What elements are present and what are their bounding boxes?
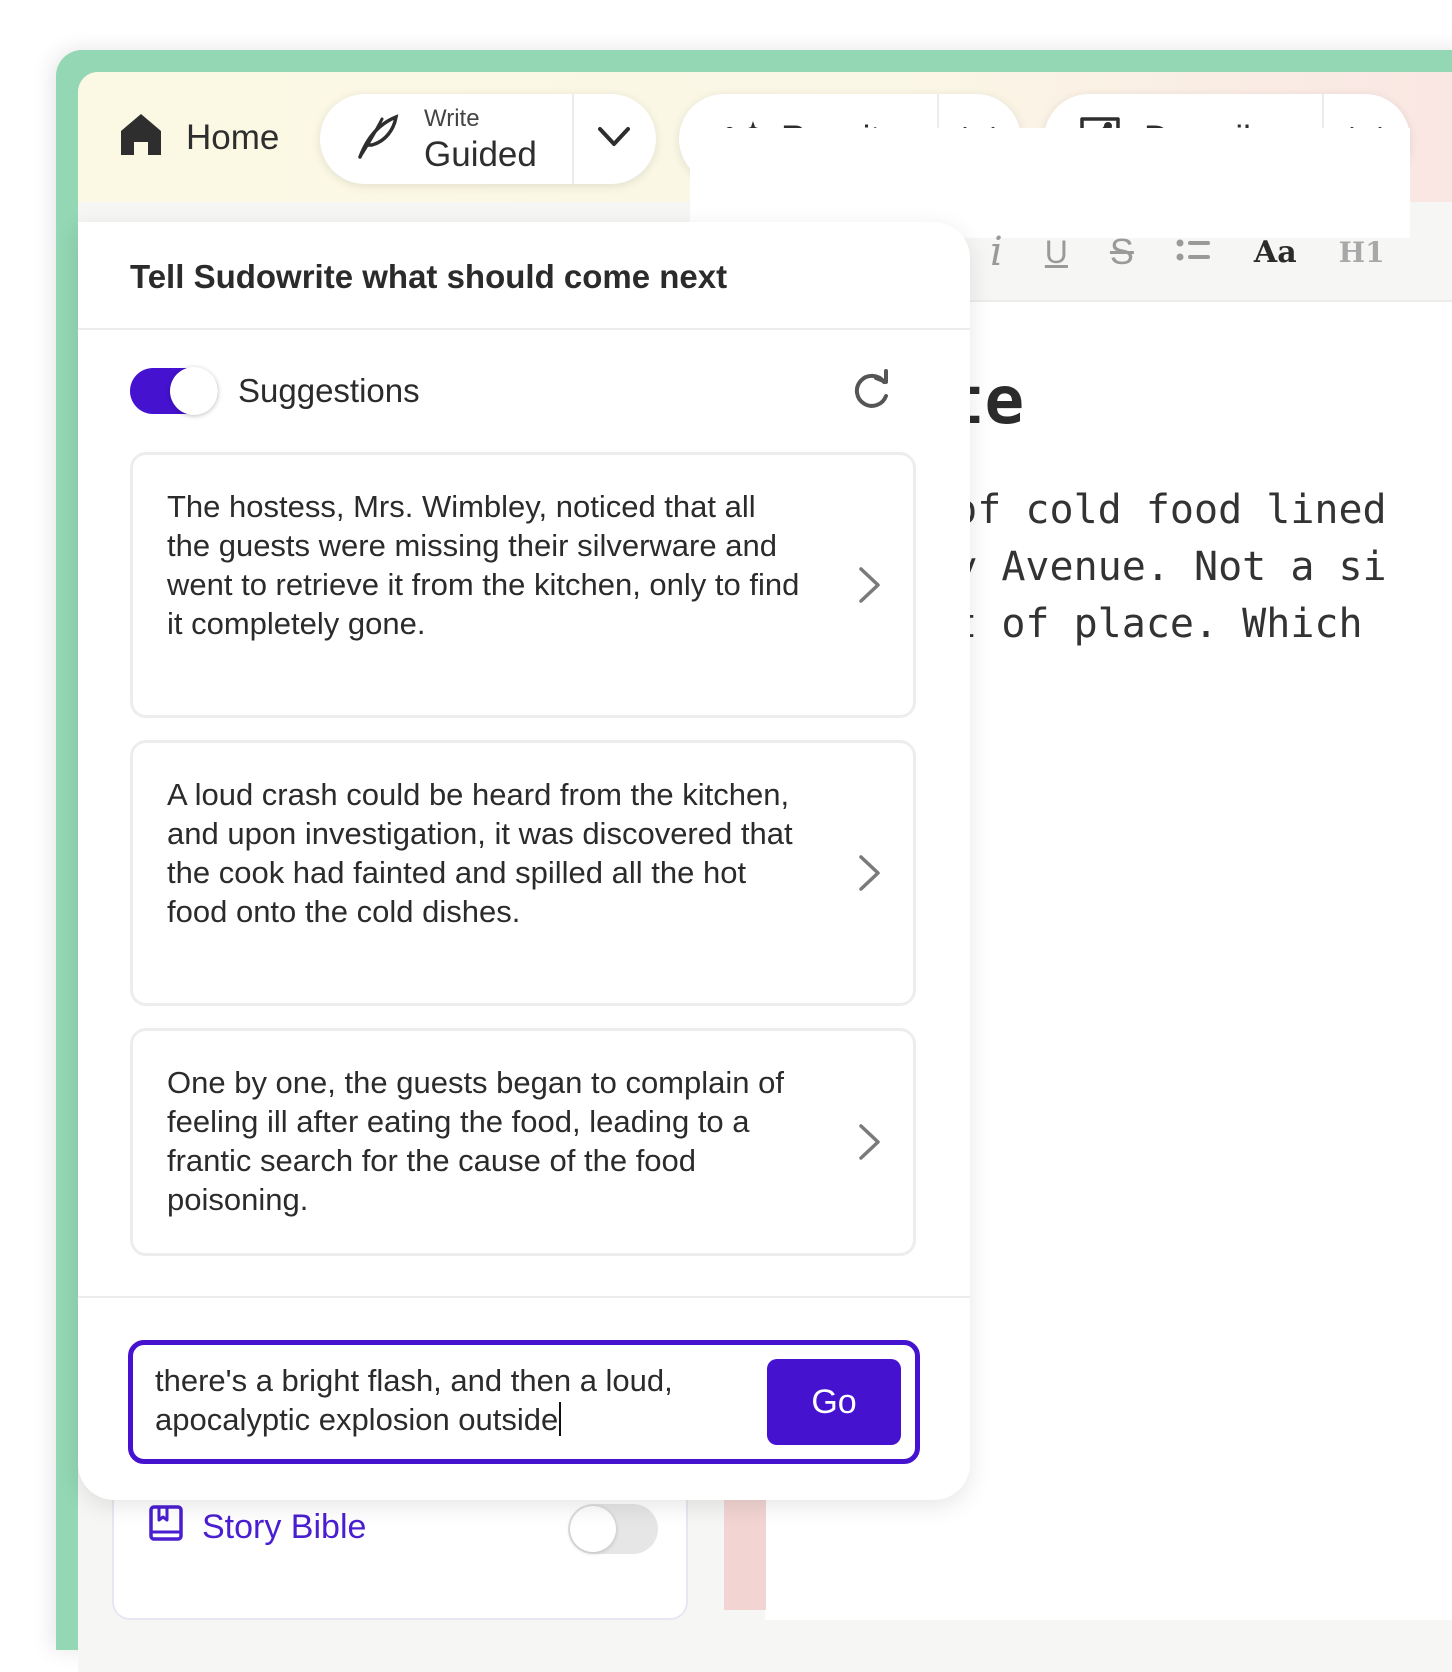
story-bible-toggle[interactable] xyxy=(568,1504,658,1554)
font-size-button[interactable]: Aa xyxy=(1254,235,1297,270)
refresh-icon xyxy=(848,369,894,418)
bullet-list-icon[interactable] xyxy=(1176,238,1212,267)
next-prompt-value: there's a bright flash, and then a loud,… xyxy=(155,1363,673,1437)
story-bible-card: Story Bible xyxy=(112,1480,688,1620)
suggestion-text: One by one, the guests began to complain… xyxy=(167,1065,784,1217)
go-button[interactable]: Go xyxy=(767,1359,901,1445)
popup-title: Tell Sudowrite what should come next xyxy=(130,258,728,295)
chevron-down-icon xyxy=(597,126,631,153)
story-bible-link[interactable]: Story Bible xyxy=(148,1504,366,1551)
suggestion-card[interactable]: The hostess, Mrs. Wimbley, noticed that … xyxy=(130,452,916,718)
body-line: ley Avenue. Not a si xyxy=(905,544,1387,590)
chevron-right-icon xyxy=(857,565,883,610)
suggestion-card[interactable]: A loud crash could be heard from the kit… xyxy=(130,740,916,1006)
suggestion-text: A loud crash could be heard from the kit… xyxy=(167,777,793,929)
chevron-right-icon xyxy=(857,1122,883,1167)
next-prompt-input[interactable]: there's a bright flash, and then a loud,… xyxy=(128,1340,920,1464)
write-guided-pill: Write Guided xyxy=(320,94,656,184)
write-main-label: Guided xyxy=(424,134,537,174)
quill-icon xyxy=(352,111,404,168)
home-icon xyxy=(118,111,164,166)
suggestion-card[interactable]: One by one, the guests began to complain… xyxy=(130,1028,916,1256)
document-body: s of cold food lined ley Avenue. Not a si… xyxy=(905,482,1387,653)
popup-header: Tell Sudowrite what should come next xyxy=(78,222,970,330)
toggle-knob xyxy=(570,1506,616,1552)
body-line: out of place. Which xyxy=(905,601,1363,647)
suggestions-toggle[interactable] xyxy=(130,367,218,415)
book-icon xyxy=(148,1504,184,1551)
home-label: Home xyxy=(186,118,280,157)
format-toolbar: i U S Aa H1 xyxy=(990,222,1450,282)
underline-button[interactable]: U xyxy=(1045,234,1068,271)
popup-divider xyxy=(78,1296,970,1298)
next-prompt-text[interactable]: there's a bright flash, and then a loud,… xyxy=(155,1361,755,1439)
story-bible-label: Story Bible xyxy=(202,1508,367,1546)
toggle-knob xyxy=(170,367,218,415)
write-guided-button[interactable]: Write Guided xyxy=(320,94,574,184)
chevron-right-icon xyxy=(857,853,883,898)
home-button[interactable]: Home xyxy=(118,108,279,168)
text-cursor xyxy=(559,1402,562,1436)
refresh-button[interactable] xyxy=(848,368,894,419)
heading-button[interactable]: H1 xyxy=(1339,236,1385,269)
write-dropdown-button[interactable] xyxy=(574,94,654,184)
write-small-label: Write xyxy=(424,104,480,132)
suggestions-label: Suggestions xyxy=(238,372,420,409)
italic-button[interactable]: i xyxy=(990,229,1003,275)
guided-write-popup: Tell Sudowrite what should come next Sug… xyxy=(78,222,970,1500)
body-line: s of cold food lined xyxy=(905,487,1387,533)
suggestion-text: The hostess, Mrs. Wimbley, noticed that … xyxy=(167,489,800,641)
strikethrough-button[interactable]: S xyxy=(1110,231,1134,273)
